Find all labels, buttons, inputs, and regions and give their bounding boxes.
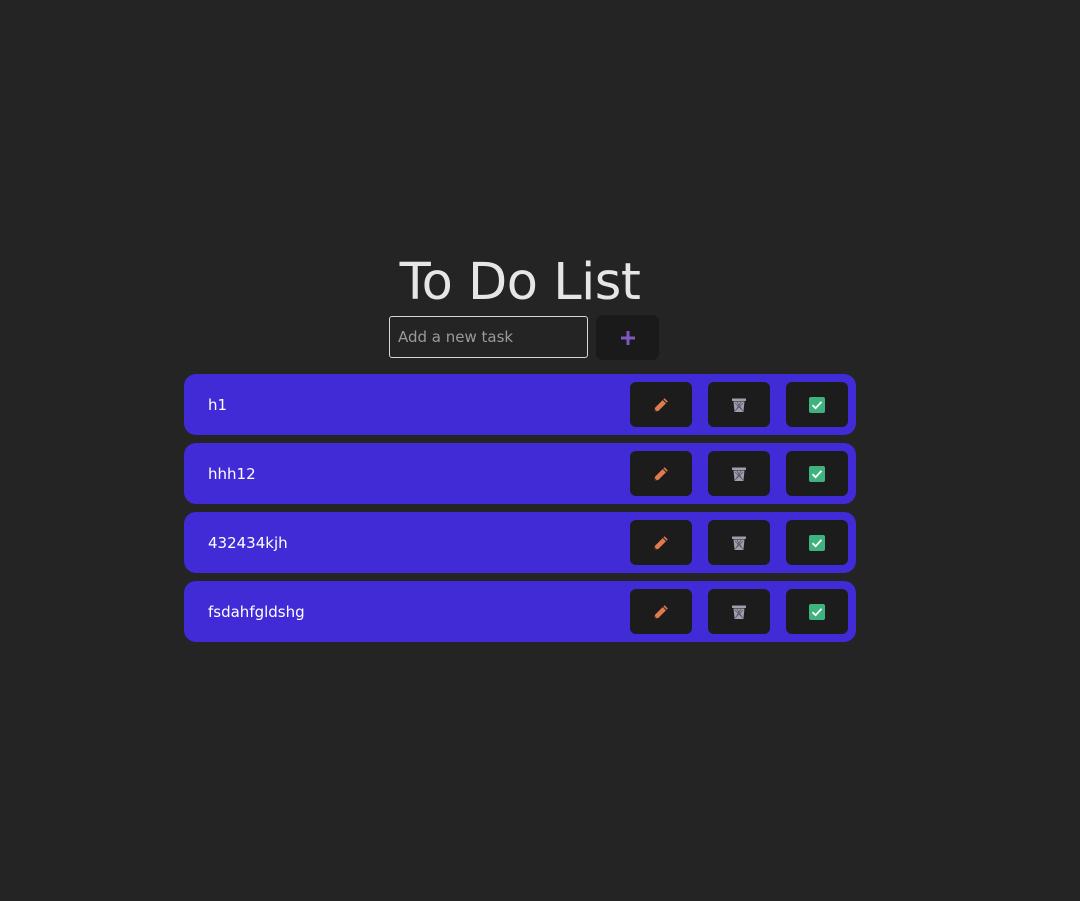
complete-button[interactable] xyxy=(786,451,848,496)
plus-icon xyxy=(619,329,637,347)
trash-icon xyxy=(730,396,748,414)
complete-button[interactable] xyxy=(786,589,848,634)
checkbox-icon xyxy=(808,396,826,414)
delete-button[interactable] xyxy=(708,451,770,496)
todo-item: hhh12 xyxy=(184,443,856,504)
page-title: To Do List xyxy=(399,253,641,312)
delete-button[interactable] xyxy=(708,382,770,427)
complete-button[interactable] xyxy=(786,520,848,565)
trash-icon xyxy=(730,534,748,552)
todo-actions xyxy=(630,520,848,565)
todo-item: h1 xyxy=(184,374,856,435)
todo-list: h1 hhh12 432434kjh fsdahfgldshg xyxy=(184,374,856,642)
todo-text: hhh12 xyxy=(208,464,256,483)
todo-actions xyxy=(630,382,848,427)
pencil-icon xyxy=(652,465,670,483)
checkbox-icon xyxy=(808,534,826,552)
trash-icon xyxy=(730,603,748,621)
complete-button[interactable] xyxy=(786,382,848,427)
todo-text: h1 xyxy=(208,395,228,414)
edit-button[interactable] xyxy=(630,520,692,565)
edit-button[interactable] xyxy=(630,382,692,427)
delete-button[interactable] xyxy=(708,589,770,634)
checkbox-icon xyxy=(808,465,826,483)
todo-text: 432434kjh xyxy=(208,533,288,552)
add-task-row xyxy=(389,315,659,360)
edit-button[interactable] xyxy=(630,451,692,496)
delete-button[interactable] xyxy=(708,520,770,565)
edit-button[interactable] xyxy=(630,589,692,634)
todo-actions xyxy=(630,451,848,496)
pencil-icon xyxy=(652,396,670,414)
todo-item: fsdahfgldshg xyxy=(184,581,856,642)
checkbox-icon xyxy=(808,603,826,621)
add-task-button[interactable] xyxy=(596,315,659,360)
todo-app: To Do List h1 xyxy=(0,0,1080,901)
task-input[interactable] xyxy=(389,316,588,358)
pencil-icon xyxy=(652,534,670,552)
todo-text: fsdahfgldshg xyxy=(208,602,305,621)
pencil-icon xyxy=(652,603,670,621)
trash-icon xyxy=(730,465,748,483)
todo-actions xyxy=(630,589,848,634)
todo-item: 432434kjh xyxy=(184,512,856,573)
